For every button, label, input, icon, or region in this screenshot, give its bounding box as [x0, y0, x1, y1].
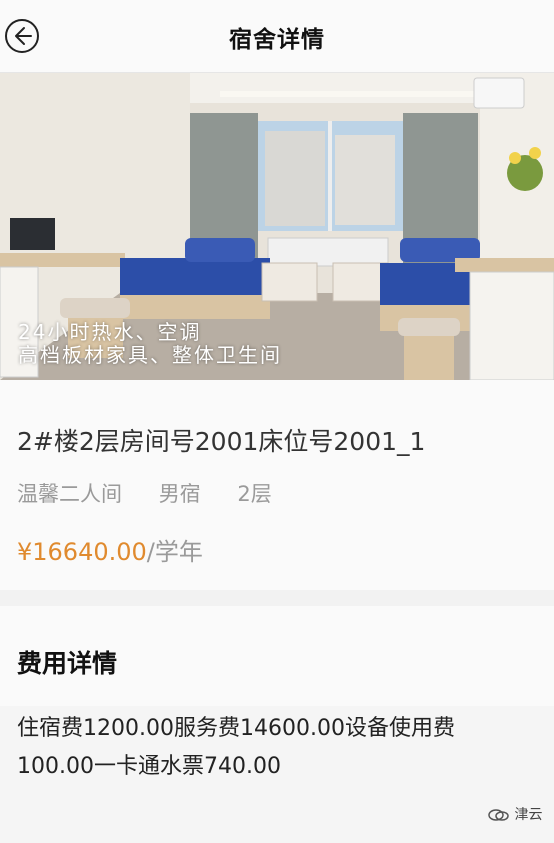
- fee-line-1: 住宿费1200.00服务费14600.00设备使用费: [17, 716, 455, 741]
- room-tags: 温馨二人间 男宿 2层: [17, 478, 302, 508]
- page-title: 宿舍详情: [229, 27, 325, 53]
- watermark-logo-icon: [488, 809, 509, 821]
- price-amount: ¥16640.00: [17, 538, 147, 566]
- overlay-line-1: 24小时热水、空调: [18, 320, 202, 344]
- fee-header: 费用详情: [0, 606, 554, 706]
- fee-details-section: 费用详情 住宿费1200.00服务费14600.00设备使用费 100.00一卡…: [0, 606, 554, 843]
- dorm-photo: 24小时热水、空调 高档板材家具、整体卫生间: [0, 73, 554, 380]
- fee-title: 费用详情: [17, 649, 118, 678]
- app-header: 宿舍详情: [0, 0, 554, 73]
- gender-tag: 男宿: [158, 482, 201, 506]
- fee-line-2: 100.00一卡通水票740.00: [17, 754, 281, 779]
- room-type-tag: 温馨二人间: [17, 482, 122, 506]
- watermark: 津云: [488, 804, 542, 824]
- overlay-line-2: 高档板材家具、整体卫生间: [18, 343, 282, 367]
- room-info-card: 2#楼2层房间号2001床位号2001_1 温馨二人间 男宿 2层 ¥16640…: [0, 380, 554, 590]
- fee-breakdown: 住宿费1200.00服务费14600.00设备使用费 100.00一卡通水票74…: [17, 710, 517, 786]
- watermark-text: 津云: [514, 807, 543, 823]
- photo-overlay-text: 24小时热水、空调 高档板材家具、整体卫生间: [18, 321, 282, 367]
- price-unit: /学年: [146, 538, 203, 566]
- room-title: 2#楼2层房间号2001床位号2001_1: [17, 427, 426, 456]
- price-line: ¥16640.00/学年: [17, 532, 203, 567]
- floor-tag: 2层: [237, 482, 272, 506]
